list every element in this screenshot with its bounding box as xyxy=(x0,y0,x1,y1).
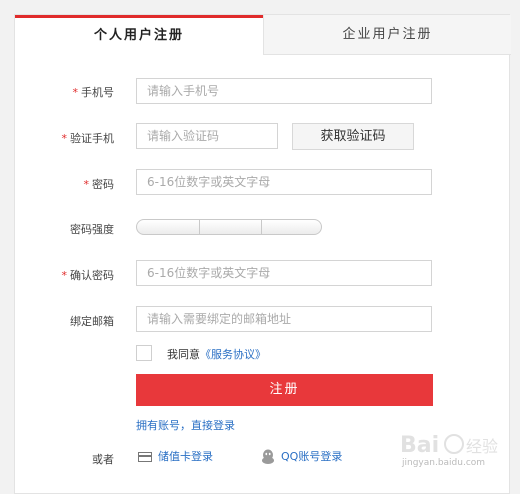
strength-label: 密码强度 xyxy=(70,223,114,236)
card-login-label: 储值卡登录 xyxy=(158,450,213,463)
confirm-password-input[interactable] xyxy=(136,260,432,286)
qq-login-link[interactable]: QQ账号登录 xyxy=(261,448,342,466)
get-code-button[interactable]: 获取验证码 xyxy=(292,123,414,150)
password-label: * 密码 xyxy=(83,178,115,191)
confirm-password-label: * 确认密码 xyxy=(61,269,115,282)
or-label: 或者 xyxy=(92,453,114,466)
tab-enterprise-register[interactable]: 企业用户注册 xyxy=(263,15,511,55)
required-mark: * xyxy=(61,269,68,282)
direct-login-link[interactable]: 拥有账号，直接登录 xyxy=(136,417,235,433)
strength-segment-strong xyxy=(261,220,321,234)
card-login-link[interactable]: 储值卡登录 xyxy=(138,448,213,466)
verify-code-input[interactable] xyxy=(136,123,278,149)
strength-segment-weak xyxy=(137,220,199,234)
watermark-url: jingyan.baidu.com xyxy=(402,458,486,468)
card-icon xyxy=(138,452,152,462)
tab-personal-register[interactable]: 个人用户注册 xyxy=(15,15,263,55)
password-input[interactable] xyxy=(136,169,432,195)
password-strength-meter xyxy=(136,219,322,235)
required-mark: * xyxy=(72,86,79,99)
svg-text:经验: 经验 xyxy=(466,437,498,456)
required-mark: * xyxy=(83,178,90,191)
service-agreement-link[interactable]: 《服务协议》 xyxy=(200,348,266,361)
register-tabs: 个人用户注册 企业用户注册 xyxy=(15,15,511,55)
svg-text:Bai: Bai xyxy=(400,433,439,458)
email-label: 绑定邮箱 xyxy=(70,315,114,328)
verify-label: * 验证手机 xyxy=(61,132,115,145)
agree-checkbox[interactable] xyxy=(136,345,152,361)
register-button[interactable]: 注册 xyxy=(136,374,433,406)
phone-input[interactable] xyxy=(136,78,432,104)
qq-penguin-icon xyxy=(262,449,274,464)
email-input[interactable] xyxy=(136,306,432,332)
qq-login-label: QQ账号登录 xyxy=(281,450,343,463)
strength-segment-medium xyxy=(199,220,262,234)
required-mark: * xyxy=(61,132,68,145)
agree-text: 我同意《服务协议》 xyxy=(167,348,266,361)
phone-label: * 手机号 xyxy=(72,86,115,99)
